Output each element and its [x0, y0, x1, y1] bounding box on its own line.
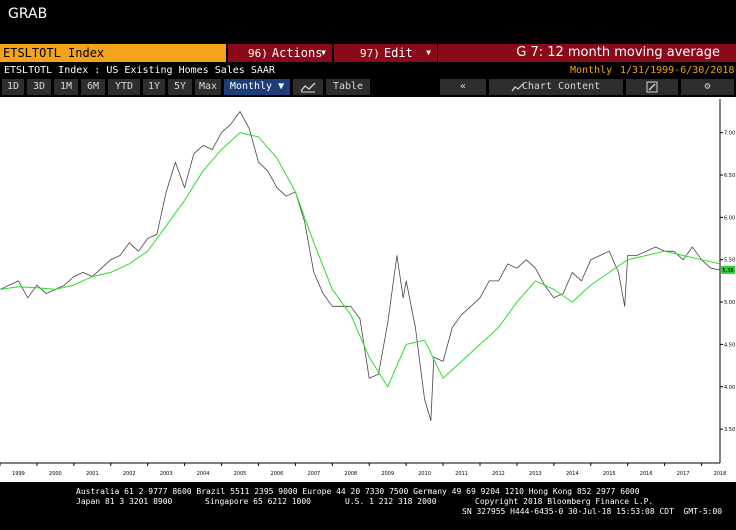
x-tick-label: 2014 — [566, 471, 579, 477]
line-chart[interactable]: 7.00 6.50 6.00 5.50 5.00 4.50 4.00 3.50 1999 2000… — [0, 97, 736, 482]
grab-window-title-bar: GRAB — [0, 0, 736, 40]
x-tick-label: 2017 — [677, 471, 690, 477]
range-6m-button[interactable]: 6M — [81, 79, 105, 95]
footer-copyright: Copyright 2018 Bloomberg Finance L.P. — [475, 497, 654, 506]
x-tick-label: 2005 — [234, 471, 247, 477]
ticker-field[interactable]: ETSLTOTL Index — [0, 44, 226, 62]
line-chart-icon — [300, 82, 316, 93]
chart-toolbar: 1D 3D 1M 6M YTD 1Y 5Y Max Monthly ▼ Tabl… — [0, 79, 736, 96]
range-1d-button[interactable]: 1D — [2, 79, 24, 95]
footer-contacts-line1: Australia 61 2 9777 8600 Brazil 5511 239… — [76, 487, 640, 496]
x-tick-label: 2011 — [455, 471, 468, 477]
security-description: ETSLTOTL Index : US Existing Homes Sales… — [4, 65, 275, 76]
settings-button[interactable]: ⚙ — [681, 79, 734, 95]
y-tick-label: 6.50 — [724, 173, 735, 179]
footer-session-info: SN 327955 H444-6435-0 30-Jul-18 15:53:08… — [462, 507, 723, 516]
subtitle-bar: ETSLTOTL Index : US Existing Homes Sales… — [0, 63, 736, 78]
range-3d-button[interactable]: 3D — [27, 79, 51, 95]
y-tick-label: 3.50 — [724, 427, 735, 433]
edit-annotation-button[interactable] — [626, 79, 678, 95]
chevron-down-icon: ▼ — [426, 48, 431, 57]
footer-contact-singapore: Singapore 65 6212 1000 — [205, 497, 311, 506]
range-1m-button[interactable]: 1M — [54, 79, 78, 95]
x-tick-label: 2013 — [529, 471, 542, 477]
x-tick-label: 2002 — [123, 471, 136, 477]
gear-icon: ⚙ — [704, 81, 711, 92]
chart-content-icon — [511, 82, 525, 92]
edit-menu-label: Edit — [383, 46, 413, 60]
footer: Australia 61 2 9777 8600 Brazil 5511 239… — [0, 484, 736, 530]
x-tick-label: 2003 — [160, 471, 173, 477]
series-line-12m-moving-average — [0, 132, 721, 388]
window-title: GRAB — [8, 6, 48, 22]
footer-contact-us: U.S. 1 212 318 2000 — [345, 497, 437, 506]
x-tick-label: 2016 — [640, 471, 653, 477]
x-tick-label: 2010 — [418, 471, 431, 477]
actions-menu-label: Actions — [271, 46, 323, 60]
range-1y-button[interactable]: 1Y — [143, 79, 165, 95]
chart-panel: 7.00 6.50 6.00 5.50 5.00 4.50 4.00 3.50 1999 2000… — [0, 97, 736, 482]
y-tick-label: 4.00 — [724, 385, 735, 391]
y-tick-label: 7.00 — [724, 131, 735, 137]
x-tick-label: 2001 — [86, 471, 99, 477]
edit-menu-number: 97) — [360, 47, 380, 60]
y-tick-label: 4.50 — [724, 342, 735, 348]
x-tick-label: 2015 — [603, 471, 616, 477]
edit-menu-button[interactable]: 97) Edit ▼ — [334, 44, 437, 62]
x-tick-label: 2004 — [197, 471, 210, 477]
line-chart-icon-button[interactable] — [293, 79, 323, 95]
chart-content-button[interactable]: Chart Content — [489, 79, 623, 95]
date-range[interactable]: 1/31/1999-6/30/2018 — [620, 63, 734, 78]
range-5y-button[interactable]: 5Y — [168, 79, 192, 95]
actions-menu-number: 96) — [248, 47, 268, 60]
x-tick-label: 2006 — [271, 471, 284, 477]
y-tick-label: 5.50 — [724, 258, 735, 264]
last-value-label: 5.38 — [722, 268, 733, 274]
y-tick-label: 5.00 — [724, 300, 735, 306]
rewind-button[interactable]: « — [440, 79, 486, 95]
x-tick-label: 2012 — [492, 471, 505, 477]
header-bar: ETSLTOTL Index 96) Actions ▼ 97) Edit ▼ G … — [0, 44, 736, 62]
period-label[interactable]: Monthly — [570, 63, 612, 78]
x-tick-label: 2000 — [49, 471, 62, 477]
pencil-icon — [646, 81, 658, 93]
footer-contact-japan: Japan 81 3 3201 8900 — [76, 497, 173, 506]
x-tick-label: 1999 — [12, 471, 25, 477]
x-tick-label: 2018 — [714, 471, 727, 477]
range-ytd-button[interactable]: YTD — [108, 79, 140, 95]
chart-content-label: Chart Content — [521, 81, 601, 92]
actions-menu-button[interactable]: 96) Actions ▼ — [228, 44, 332, 62]
table-button[interactable]: Table — [326, 79, 370, 95]
chevron-down-icon: ▼ — [321, 48, 326, 57]
x-tick-label: 2009 — [381, 471, 394, 477]
frequency-dropdown[interactable]: Monthly ▼ — [224, 79, 290, 95]
x-tick-label: 2008 — [344, 471, 357, 477]
x-tick-label: 2007 — [307, 471, 320, 477]
graph-title: G 7: 12 month moving average — [438, 44, 736, 62]
y-tick-label: 6.00 — [724, 215, 735, 221]
range-max-button[interactable]: Max — [195, 79, 221, 95]
series-line-existing-home-sales — [0, 111, 721, 422]
